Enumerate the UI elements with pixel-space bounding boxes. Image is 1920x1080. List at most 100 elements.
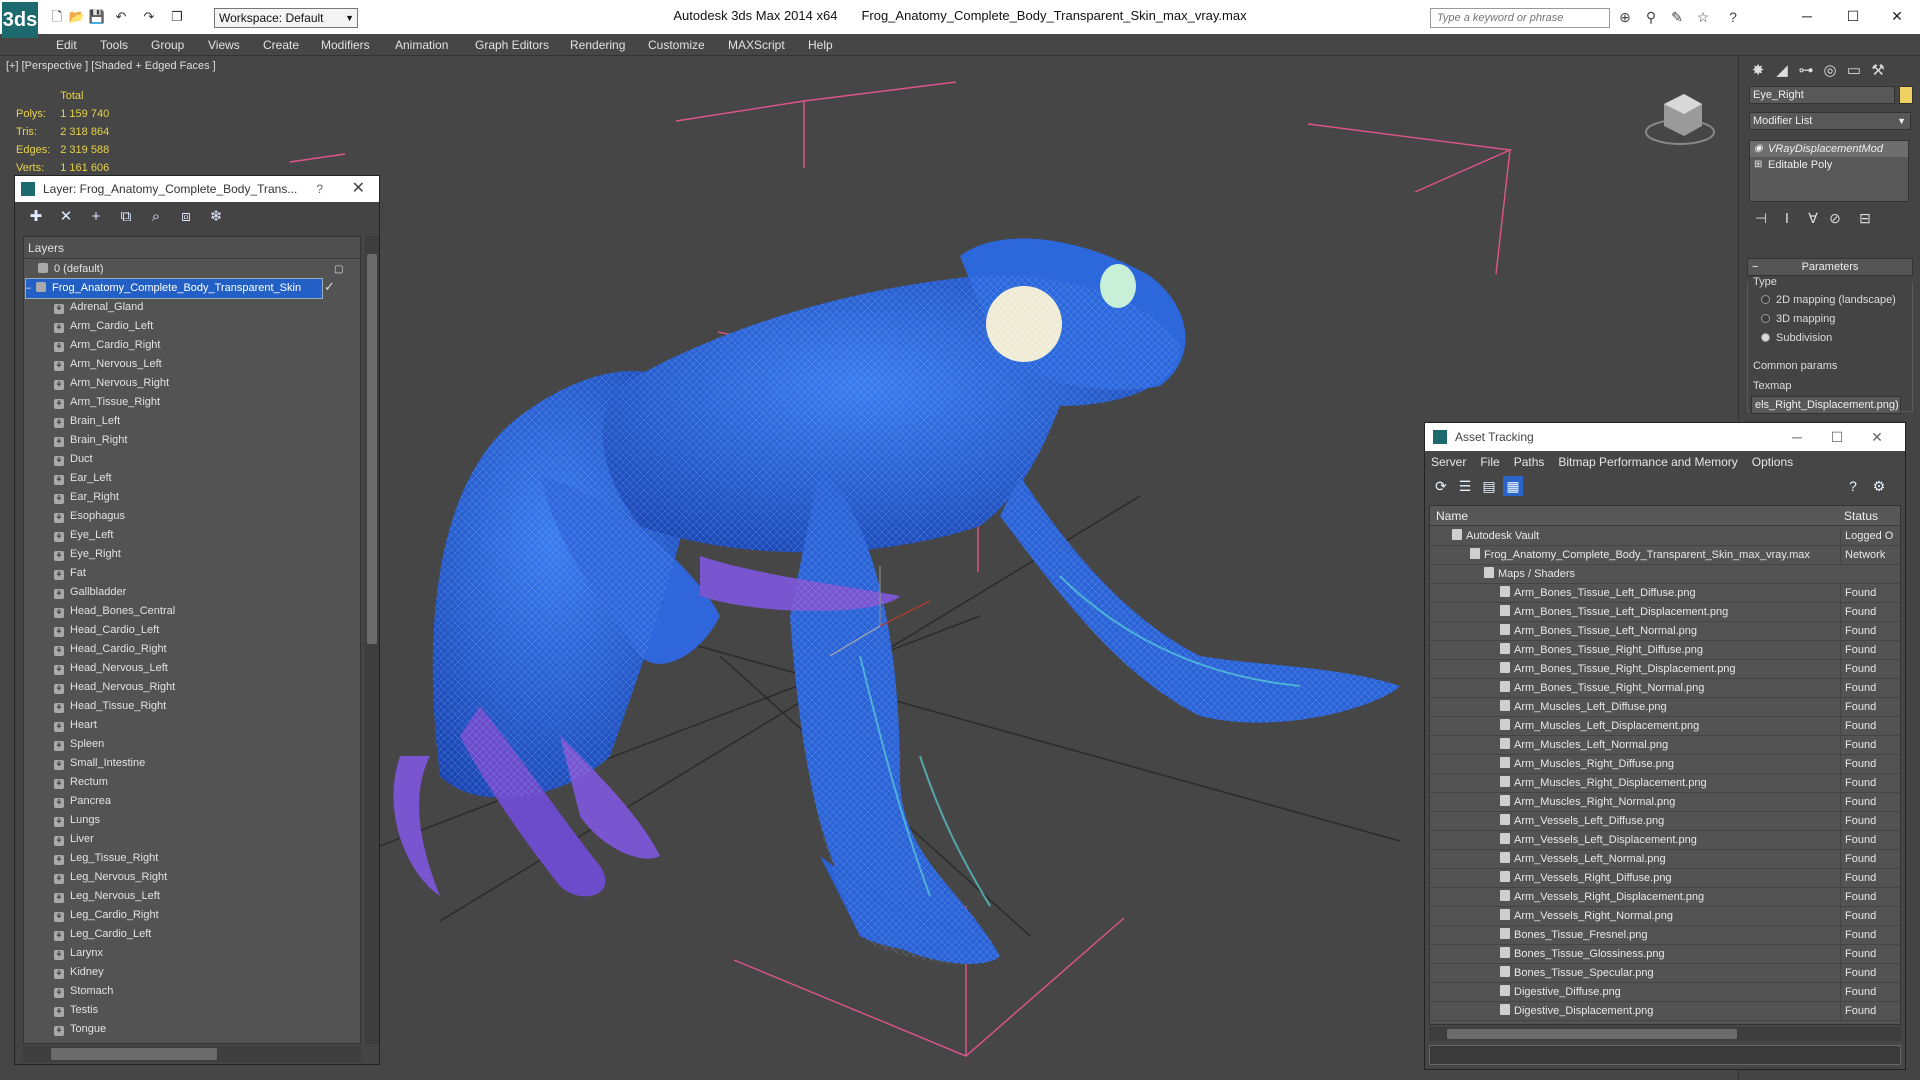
minimize-icon[interactable]: ─ [1784, 4, 1830, 28]
layer-object-row[interactable]: ⚘ Kidney [54, 963, 334, 982]
pin-stack-icon[interactable]: ⊣ [1751, 208, 1771, 228]
workspace-dropdown[interactable]: Workspace: Default ▼ [214, 8, 358, 28]
table-view-icon[interactable]: ▦ [1503, 476, 1523, 496]
asset-row[interactable]: Arm_Vessels_Left_Displacement.png Found [1430, 831, 1900, 850]
asset-row[interactable]: Arm_Bones_Tissue_Left_Normal.png Found [1430, 622, 1900, 641]
layers-column-header[interactable]: Layers [24, 237, 360, 259]
object-color-swatch[interactable] [1899, 86, 1913, 104]
maximize-icon[interactable]: ☐ [1817, 423, 1857, 451]
layer-object-row[interactable]: ⚘ Adrenal_Gland [54, 298, 334, 317]
asset-row[interactable]: Arm_Muscles_Right_Normal.png Found [1430, 793, 1900, 812]
layer-object-row[interactable]: ⚘ Leg_Tissue_Right [54, 849, 334, 868]
layer-object-row[interactable]: ⚘ Head_Tissue_Right [54, 697, 334, 716]
modifier-stack-item[interactable]: ⊞ Editable Poly [1750, 157, 1908, 173]
asset-row[interactable]: Bones_Tissue_Fresnel.png Found [1430, 926, 1900, 945]
asset-row[interactable]: Arm_Vessels_Right_Diffuse.png Found [1430, 869, 1900, 888]
menu-help[interactable]: Help [808, 38, 833, 52]
scrollbar-thumb[interactable] [367, 254, 377, 644]
expand-icon[interactable]: ⊞ [1754, 157, 1762, 173]
layer-object-row[interactable]: ⚘ Duct [54, 450, 334, 469]
asset-row[interactable]: Arm_Bones_Tissue_Right_Displacement.png F… [1430, 660, 1900, 679]
menu-paths[interactable]: Paths [1514, 455, 1545, 469]
save-file-icon[interactable]: 💾 [88, 9, 106, 25]
help-icon[interactable]: ? [1722, 8, 1744, 26]
asset-row[interactable]: Digestive_Displacement.png Found [1430, 1002, 1900, 1021]
layer-window-titlebar[interactable]: Layer: Frog_Anatomy_Complete_Body_Trans.… [15, 176, 379, 202]
texmap-button[interactable]: els_Right_Displacement.png) [1751, 396, 1901, 414]
layer-object-row[interactable]: ⚘ Rectum [54, 773, 334, 792]
radio-3d-mapping[interactable]: 3D mapping [1761, 313, 1835, 325]
layer-object-row[interactable]: ⚘ Leg_Cardio_Right [54, 906, 334, 925]
configure-sets-icon[interactable]: ⊟ [1855, 208, 1875, 228]
current-layer-check-icon[interactable]: ✓ [324, 279, 335, 295]
menu-rendering[interactable]: Rendering [570, 38, 625, 52]
parameters-rollout[interactable]: − Parameters [1747, 258, 1913, 276]
layer-object-row[interactable]: ⚘ Arm_Nervous_Right [54, 374, 334, 393]
communication-icon[interactable]: ✎ [1666, 8, 1688, 26]
list-view-icon[interactable]: ☰ [1455, 476, 1475, 496]
radio-2d-mapping[interactable]: 2D mapping (landscape) [1761, 294, 1896, 306]
asset-table[interactable]: Name Status Autodesk Vault Logged O Frog_A… [1429, 505, 1901, 1025]
menu-edit[interactable]: Edit [56, 38, 77, 52]
detail-view-icon[interactable]: ▤ [1479, 476, 1499, 496]
project-folder-icon[interactable]: ❐ [168, 9, 186, 25]
asset-row[interactable]: Arm_Vessels_Left_Normal.png Found [1430, 850, 1900, 869]
highlight-layer-icon[interactable]: ⌕ [145, 206, 167, 228]
make-unique-icon[interactable]: ∀ [1803, 208, 1823, 228]
asset-row[interactable]: Arm_Muscles_Left_Normal.png Found [1430, 736, 1900, 755]
layer-object-row[interactable]: ⚘ Fat [54, 564, 334, 583]
asset-table-horizontal-scrollbar[interactable] [1429, 1027, 1901, 1041]
hide-all-icon[interactable]: ⧈ [175, 206, 197, 228]
asset-row[interactable]: Arm_Bones_Tissue_Right_Normal.png Found [1430, 679, 1900, 698]
layer-object-row[interactable]: ⚘ Gallbladder [54, 583, 334, 602]
layer-object-row[interactable]: ⚘ Ear_Right [54, 488, 334, 507]
layer-object-row[interactable]: ⚘ Ear_Left [54, 469, 334, 488]
viewport-label[interactable]: [+] [Perspective ] [Shaded + Edged Faces… [6, 60, 216, 72]
modify-tab-icon[interactable]: ◢ [1771, 60, 1793, 82]
asset-path-field[interactable] [1429, 1045, 1901, 1065]
close-icon[interactable]: ✕ [352, 176, 365, 202]
layer-object-row[interactable]: ⚘ Head_Nervous_Right [54, 678, 334, 697]
layer-object-row[interactable]: ⚘ Heart [54, 716, 334, 735]
modifier-stack-item[interactable]: ◉ VRayDisplacementMod [1750, 141, 1908, 157]
redo-icon[interactable]: ↷ [140, 9, 158, 25]
remove-modifier-icon[interactable]: ⊘ [1825, 208, 1845, 228]
layer-object-row[interactable]: ⚘ Leg_Nervous_Left [54, 887, 334, 906]
help-icon[interactable]: ? [316, 176, 323, 202]
asset-row[interactable]: Arm_Bones_Tissue_Left_Displacement.png Fo… [1430, 603, 1900, 622]
layer-object-row[interactable]: ⚘ Stomach [54, 982, 334, 1001]
maximize-icon[interactable]: ☐ [1830, 4, 1876, 28]
menu-views[interactable]: Views [208, 38, 240, 52]
layer-object-row[interactable]: ⚘ Spleen [54, 735, 334, 754]
layer-object-row[interactable]: ⚘ Arm_Tissue_Right [54, 393, 334, 412]
layer-object-row[interactable]: ⚘ Brain_Left [54, 412, 334, 431]
layer-object-row[interactable]: ⚘ Liver [54, 830, 334, 849]
frog-model[interactable] [393, 238, 1401, 965]
radio-button[interactable] [1761, 333, 1770, 342]
asset-row[interactable]: Bones_Tissue_Glossiness.png Found [1430, 945, 1900, 964]
layer-object-row[interactable]: ⚘ Arm_Nervous_Left [54, 355, 334, 374]
asset-row[interactable]: Arm_Muscles_Left_Displacement.png Found [1430, 717, 1900, 736]
select-objects-icon[interactable]: ⧉ [115, 206, 137, 228]
menu-maxscript[interactable]: MAXScript [728, 38, 785, 52]
menu-server[interactable]: Server [1431, 455, 1466, 469]
asset-row[interactable]: Bones_Tissue_Specular.png Found [1430, 964, 1900, 983]
utilities-tab-icon[interactable]: ⚒ [1867, 60, 1889, 82]
layer-object-row[interactable]: ⚘ Leg_Cardio_Left [54, 925, 334, 944]
close-icon[interactable]: ✕ [1874, 4, 1920, 28]
asset-row[interactable]: Digestive_Diffuse.png Found [1430, 983, 1900, 1002]
close-icon[interactable]: ✕ [1857, 423, 1897, 451]
layer-list[interactable]: Layers 0 (default) ▢ − Frog_Anatomy_Complet… [23, 236, 361, 1044]
layer-object-row[interactable]: ⚘ Eye_Left [54, 526, 334, 545]
new-file-icon[interactable]: 🗋 [48, 9, 66, 25]
menu-group[interactable]: Group [151, 38, 184, 52]
layer-object-row[interactable]: ⚘ Head_Cardio_Left [54, 621, 334, 640]
menu-options[interactable]: Options [1752, 455, 1793, 469]
layer-object-row[interactable]: ⚘ Tongue [54, 1020, 334, 1039]
asset-row[interactable]: Maps / Shaders [1430, 565, 1900, 584]
asset-row[interactable]: Arm_Muscles_Left_Diffuse.png Found [1430, 698, 1900, 717]
binoculars-icon[interactable]: ⊕ [1614, 8, 1636, 26]
asset-row[interactable]: Arm_Vessels_Right_Normal.png Found [1430, 907, 1900, 926]
open-file-icon[interactable]: 📂 [68, 9, 86, 25]
app-logo[interactable]: 3ds [2, 2, 38, 38]
